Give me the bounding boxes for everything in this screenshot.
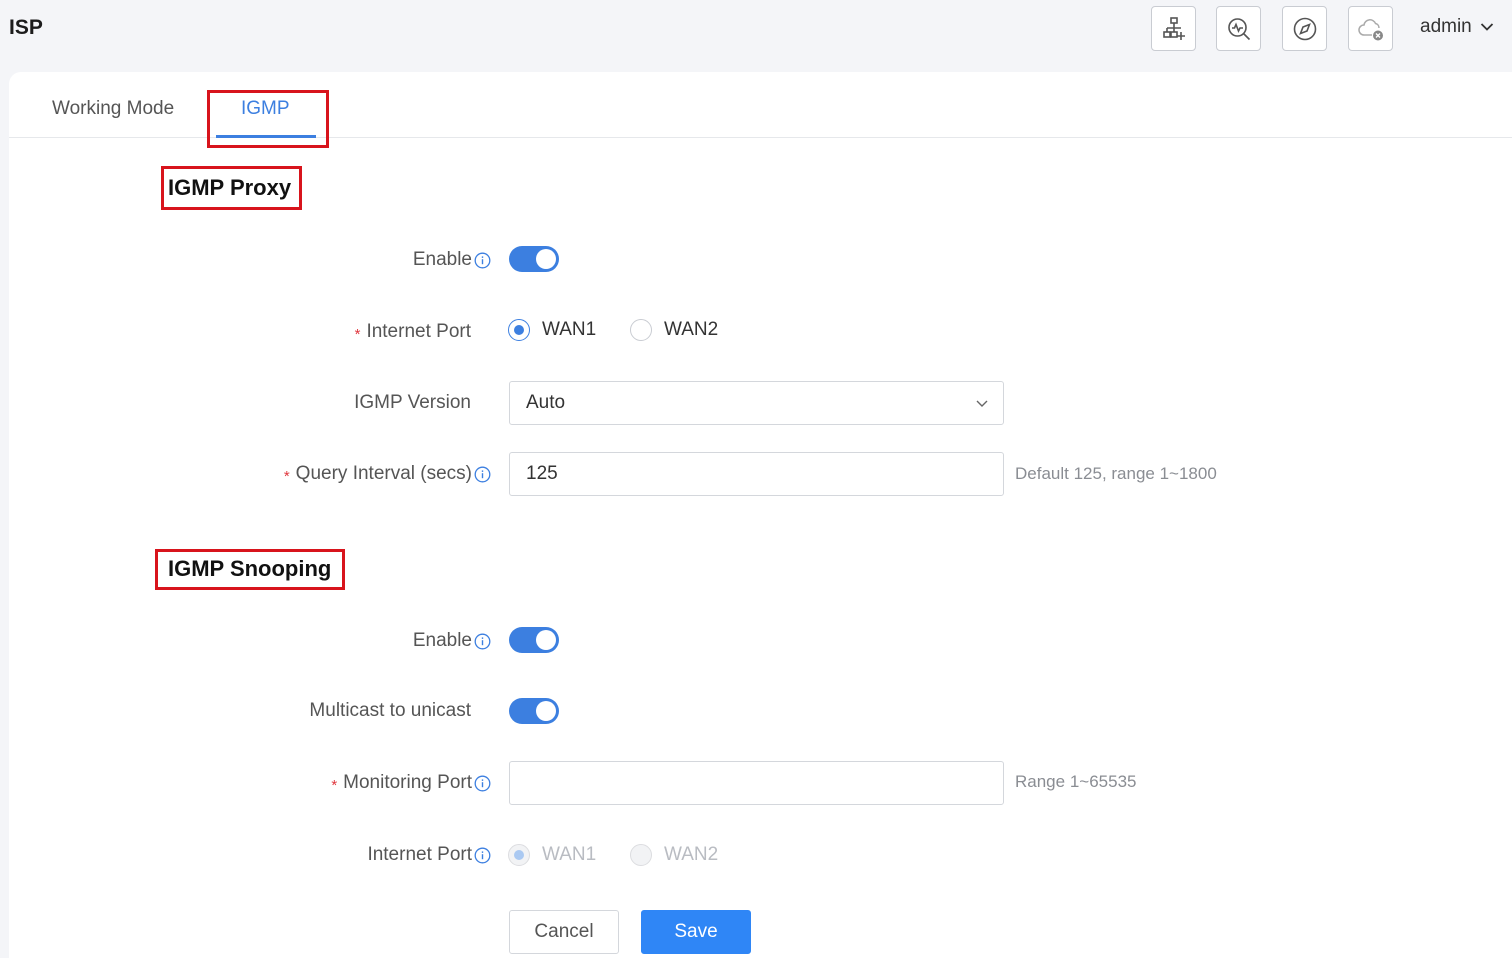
monitoring-port-hint: Range 1~65535 <box>1015 772 1137 791</box>
proxy-internet-port-label: * Internet Port <box>354 321 471 343</box>
snooping-port-wan1-radio[interactable]: WAN1 <box>508 844 596 866</box>
snooping-enable-toggle[interactable] <box>509 627 559 653</box>
diagnostics-icon <box>1227 17 1250 40</box>
compass-icon <box>1293 17 1316 40</box>
igmp-snooping-title: IGMP Snooping <box>168 556 332 581</box>
network-topology-icon <box>1162 16 1185 40</box>
user-name: admin <box>1420 16 1472 37</box>
required-mark: * <box>354 325 361 343</box>
page-title: ISP <box>9 16 43 39</box>
chevron-down-icon <box>1480 23 1493 31</box>
multicast-to-unicast-label: Multicast to unicast <box>309 700 471 721</box>
igmp-proxy-title: IGMP Proxy <box>168 175 292 200</box>
igmp-version-select[interactable]: Auto <box>509 381 1004 425</box>
tab-working-mode[interactable]: Working Mode <box>52 98 174 120</box>
query-interval-label: * Query Interval (secs) <box>109 462 491 486</box>
monitoring-port-label: * Monitoring Port <box>109 771 491 795</box>
tab-bar: Working Mode IGMP <box>9 72 1512 138</box>
info-icon[interactable] <box>474 775 491 792</box>
cloud-disconnected-icon <box>1357 18 1383 40</box>
active-tab-indicator <box>216 135 316 138</box>
monitoring-port-input[interactable] <box>509 761 1004 805</box>
required-mark: * <box>283 467 290 485</box>
proxy-port-wan2-radio[interactable]: WAN2 <box>630 319 718 341</box>
network-topology-button[interactable] <box>1151 6 1196 51</box>
query-interval-input[interactable] <box>509 452 1004 496</box>
proxy-enable-toggle[interactable] <box>509 246 559 272</box>
info-icon[interactable] <box>474 466 491 483</box>
content-card: Working Mode IGMP IGMP Proxy Enable * In… <box>9 72 1512 958</box>
snooping-enable-label: Enable <box>109 629 491 653</box>
multicast-to-unicast-toggle[interactable] <box>509 698 559 724</box>
cloud-status-button[interactable] <box>1348 6 1393 51</box>
proxy-enable-label: Enable <box>109 248 491 272</box>
igmp-version-label: IGMP Version <box>354 392 471 413</box>
chevron-down-icon <box>976 400 988 407</box>
info-icon[interactable] <box>474 847 491 864</box>
snooping-internet-port-label: Internet Port <box>109 843 491 867</box>
required-mark: * <box>331 776 338 794</box>
user-menu[interactable]: admin <box>1420 16 1494 38</box>
info-icon[interactable] <box>474 252 491 269</box>
query-interval-hint: Default 125, range 1~1800 <box>1015 464 1217 483</box>
diagnostics-button[interactable] <box>1216 6 1261 51</box>
save-button[interactable]: Save <box>641 910 751 954</box>
proxy-port-wan1-radio[interactable]: WAN1 <box>508 319 596 341</box>
info-icon[interactable] <box>474 633 491 650</box>
top-header: ISP admin <box>0 0 1512 70</box>
tab-igmp[interactable]: IGMP <box>241 98 290 120</box>
cancel-button[interactable]: Cancel <box>509 910 619 954</box>
compass-button[interactable] <box>1282 6 1327 51</box>
snooping-port-wan2-radio[interactable]: WAN2 <box>630 844 718 866</box>
